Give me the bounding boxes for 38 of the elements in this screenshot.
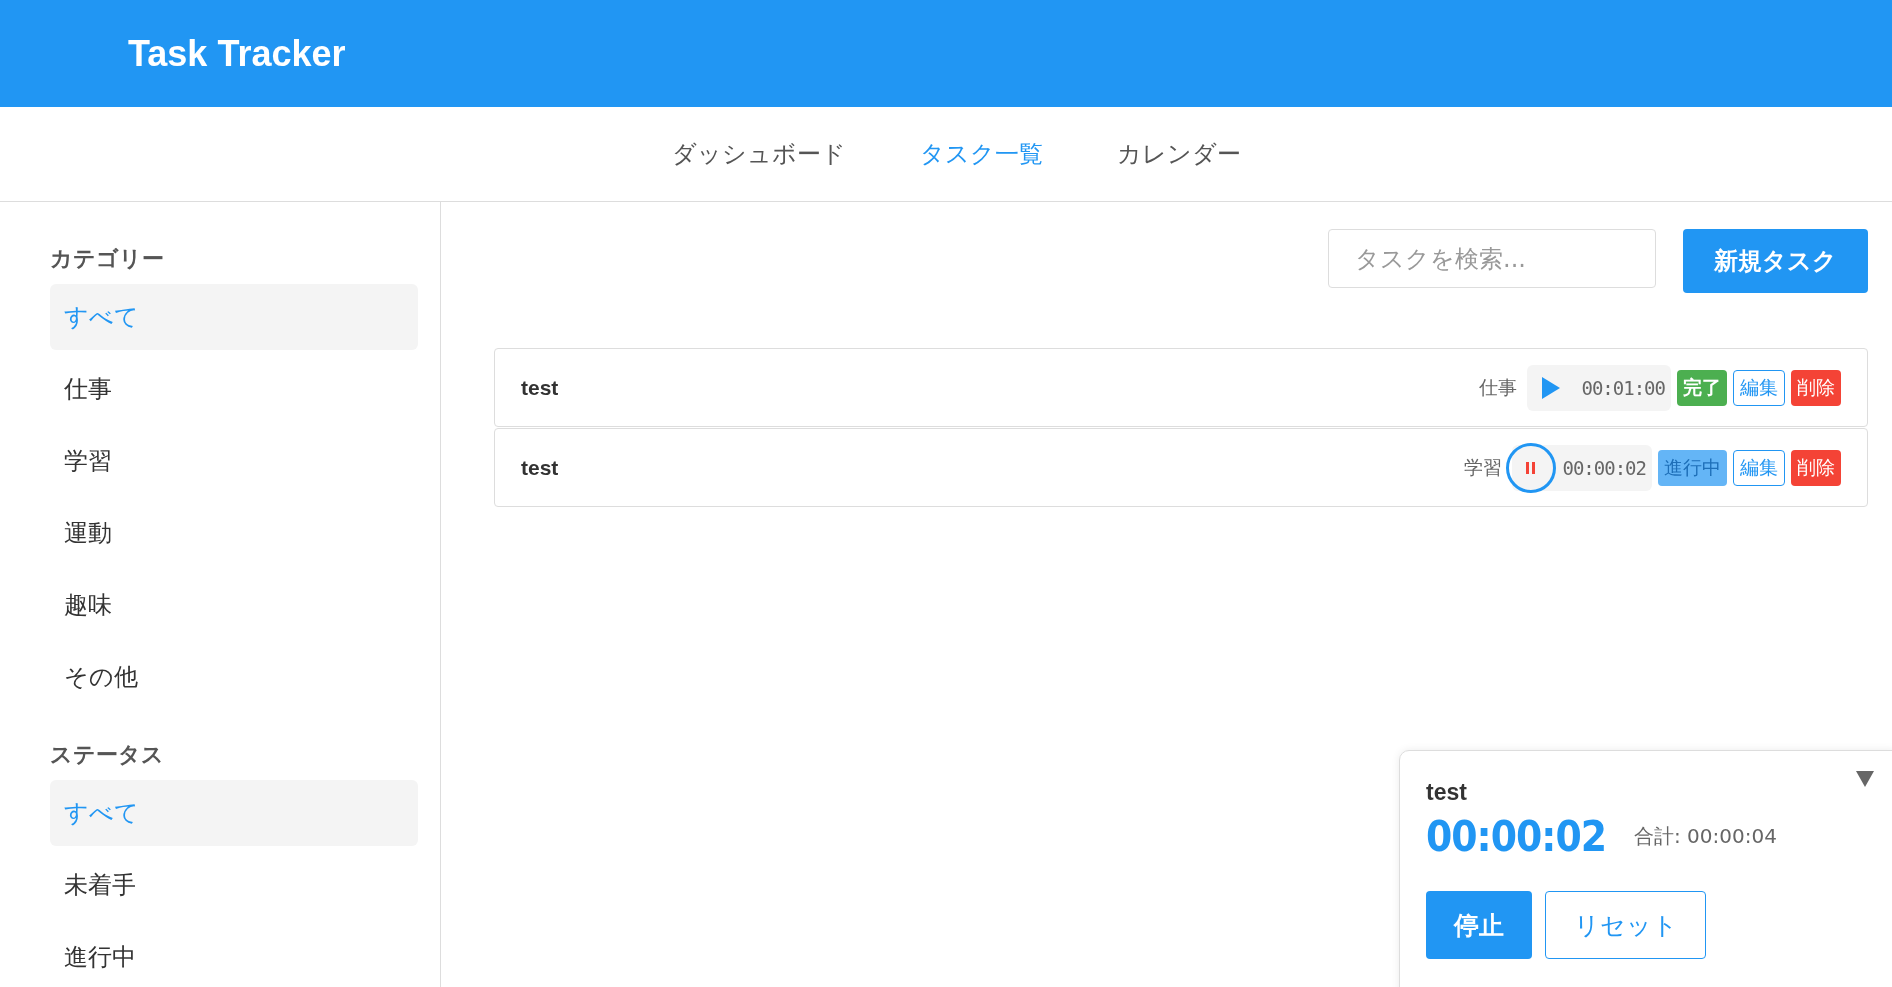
delete-button[interactable]: 削除 — [1791, 449, 1841, 486]
sidebar-item[interactable]: 未着手 — [50, 852, 418, 918]
nav-tab[interactable]: ダッシュボード — [671, 138, 846, 170]
total-time: 合計: 00:00:04 — [1634, 823, 1777, 850]
nav-tab[interactable]: カレンダー — [1116, 138, 1241, 170]
edit-button[interactable]: 編集 — [1733, 449, 1785, 486]
sidebar-heading: カテゴリー — [50, 245, 165, 273]
sidebar-item[interactable]: 仕事 — [50, 356, 418, 422]
play-icon — [1541, 375, 1562, 400]
nav-tab[interactable]: タスク一覧 — [919, 138, 1043, 170]
sidebar-item[interactable]: 進行中 — [50, 924, 418, 987]
app-title: Task Tracker — [128, 32, 346, 75]
sidebar-item[interactable]: すべて — [50, 780, 418, 846]
status-button[interactable]: 進行中 — [1658, 449, 1727, 486]
task-title: test — [521, 375, 560, 400]
sidebar-item[interactable]: 運動 — [50, 500, 418, 566]
task-time: 00:00:02 — [1562, 456, 1646, 479]
sidebar-item[interactable]: 趣味 — [50, 572, 418, 638]
status-button[interactable]: 完了 — [1677, 369, 1727, 406]
task-time: 00:01:00 — [1581, 376, 1665, 399]
search-field[interactable]: タスクを検索... — [1328, 229, 1656, 288]
sidebar-heading: ステータス — [50, 741, 165, 769]
pause-icon — [1525, 460, 1538, 475]
elapsed-time: 00:00:02 — [1426, 812, 1606, 861]
stop-button[interactable]: 停止 — [1426, 891, 1532, 959]
sidebar-item[interactable]: その他 — [50, 644, 418, 710]
sidebar-item[interactable]: すべて — [50, 284, 418, 350]
task-title: test — [521, 455, 560, 480]
timer-task-name: test — [1426, 779, 1468, 806]
pause-button[interactable] — [1506, 442, 1557, 493]
collapse-caret-icon[interactable] — [1856, 771, 1874, 787]
new-task-button[interactable]: 新規タスク — [1683, 229, 1868, 293]
sidebar-item[interactable]: 学習 — [50, 428, 418, 494]
task-category: 学習 — [1464, 454, 1503, 480]
reset-button[interactable]: リセット — [1545, 891, 1706, 959]
task-category: 仕事 — [1479, 374, 1518, 400]
edit-button[interactable]: 編集 — [1733, 369, 1785, 406]
delete-button[interactable]: 削除 — [1791, 369, 1841, 406]
